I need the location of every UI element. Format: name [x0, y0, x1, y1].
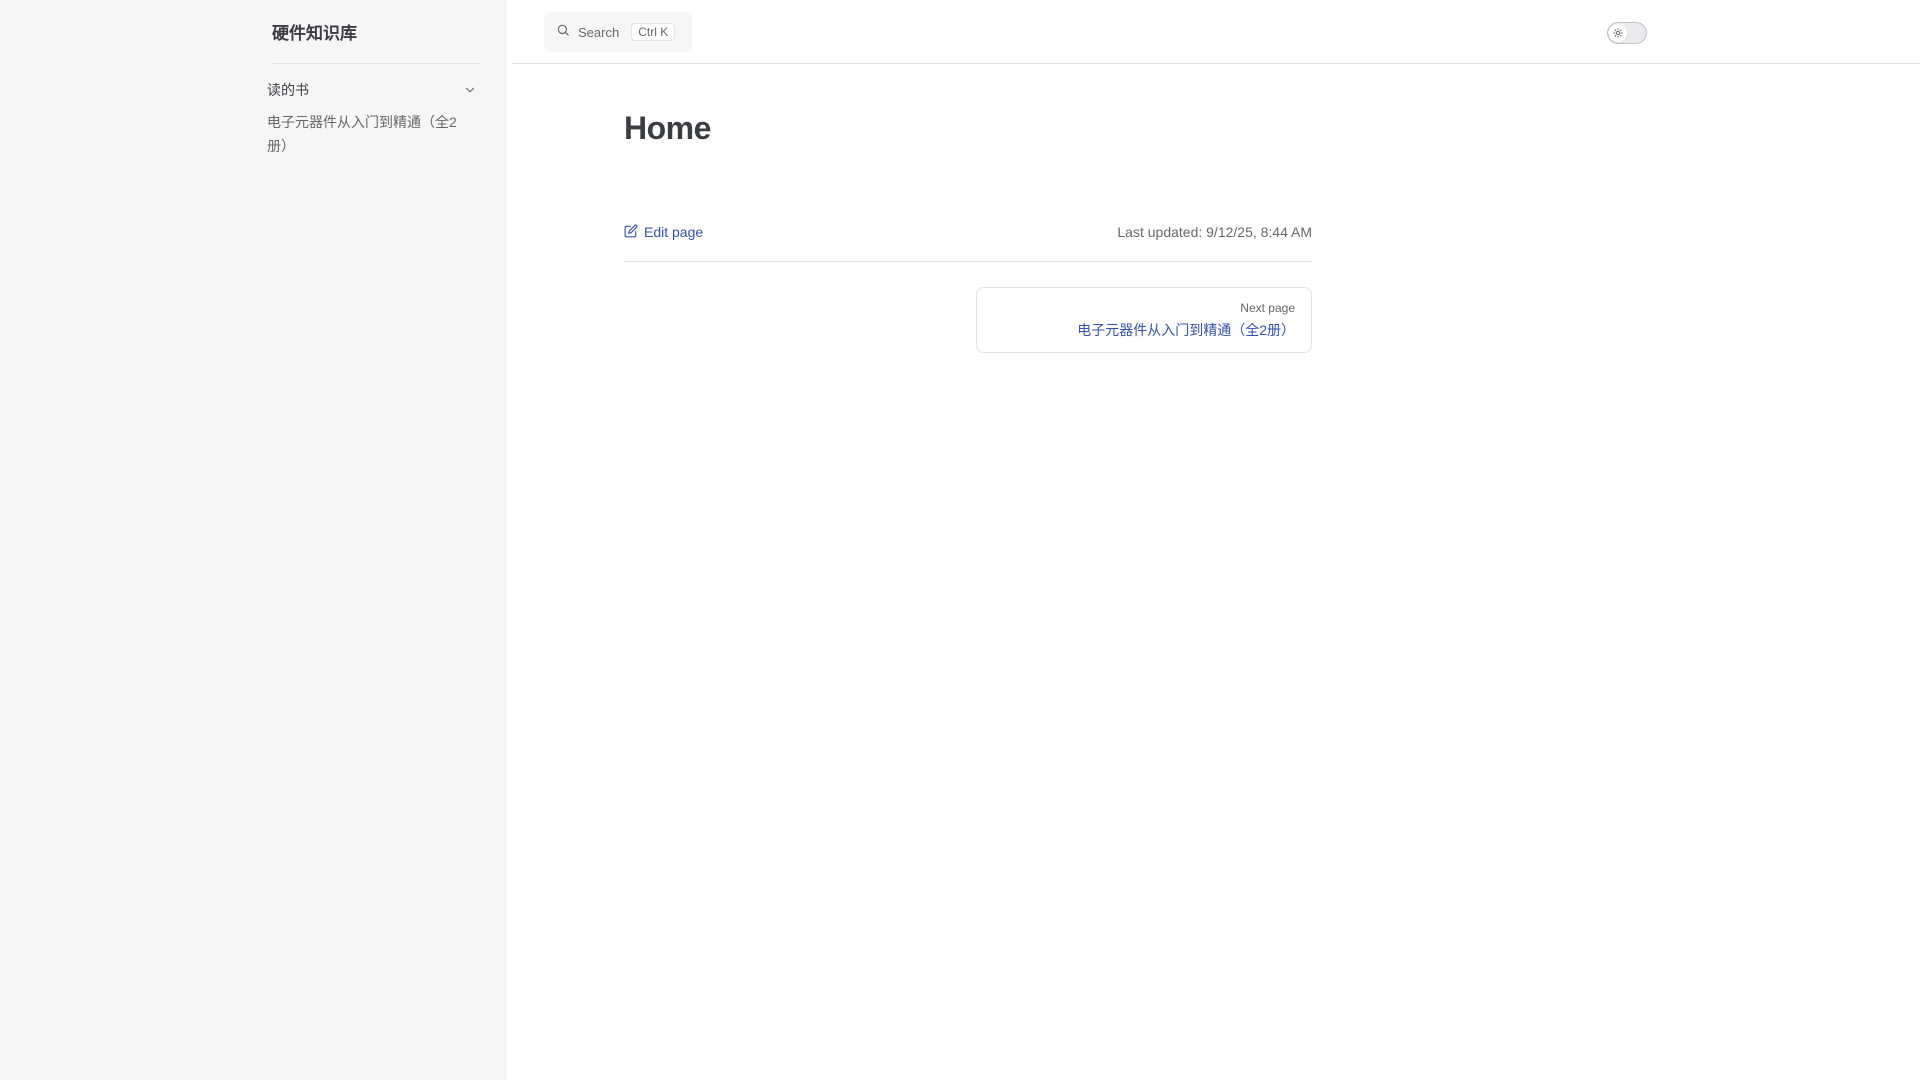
doc-footer-meta: Edit page Last updated: 9/12/25, 8:44 AM [624, 220, 1312, 244]
chevron-down-icon[interactable] [461, 81, 479, 99]
page-title: Home [624, 110, 711, 146]
sidebar-group-title: 读的书 [267, 82, 309, 98]
search-icon [556, 23, 570, 42]
sidebar-group-header[interactable]: 读的书 [267, 78, 479, 102]
next-page-link[interactable]: Next page 电子元器件从入门到精通（全2册） [976, 287, 1312, 353]
site-title[interactable]: 硬件知识库 [272, 0, 480, 64]
search-label: Search [578, 24, 620, 40]
sidebar-group-books: 读的书 电子元器件从入门到精通（全2册） [267, 78, 479, 158]
next-page-desc: Next page [1240, 301, 1295, 315]
theme-toggle-switch[interactable] [1607, 22, 1647, 44]
edit-page-label: Edit page [644, 224, 704, 240]
sun-icon [1609, 24, 1627, 42]
search-button[interactable]: Search Ctrl K [544, 12, 692, 52]
next-page-title: 电子元器件从入门到精通（全2册） [1077, 322, 1295, 338]
last-updated: Last updated: 9/12/25, 8:44 AM [1117, 224, 1312, 240]
sidebar: 硬件知识库 读的书 电子元器件从入门到精通（全2册） [0, 0, 507, 1080]
divider [624, 261, 1312, 262]
top-navbar: Search Ctrl K [512, 0, 1920, 64]
last-updated-label: Last updated: [1117, 224, 1203, 240]
edit-page-link[interactable]: Edit page [624, 224, 703, 241]
sidebar-item-electronic-components[interactable]: 电子元器件从入门到精通（全2册） [267, 110, 467, 158]
search-shortcut-badge: Ctrl K [631, 23, 676, 41]
last-updated-timestamp: 9/12/25, 8:44 AM [1206, 224, 1312, 240]
edit-icon [624, 224, 638, 241]
